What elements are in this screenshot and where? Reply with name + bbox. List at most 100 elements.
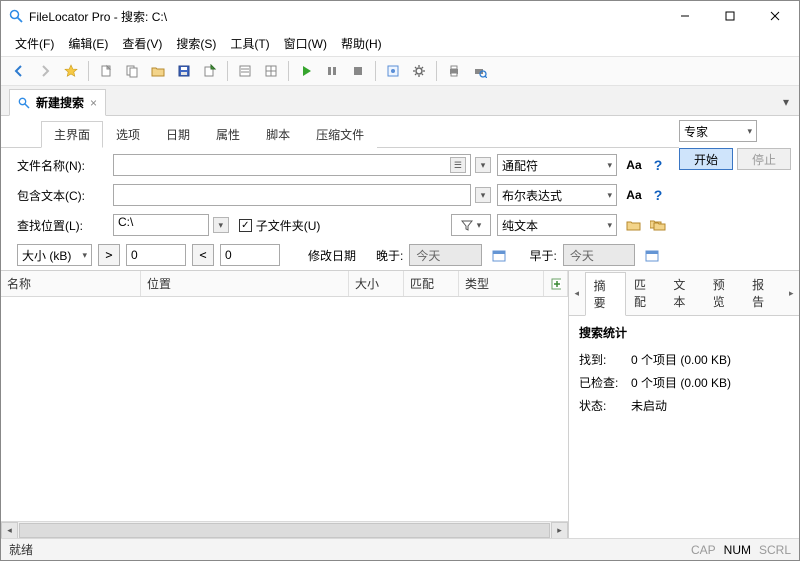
grid-body[interactable] bbox=[1, 297, 568, 521]
scroll-right-icon[interactable]: ▸ bbox=[551, 522, 568, 539]
encoding-mode-select[interactable]: 纯文本▾ bbox=[497, 214, 617, 236]
browse-folder-icon[interactable] bbox=[623, 214, 645, 236]
menu-view[interactable]: 查看(V) bbox=[116, 33, 168, 54]
copy-icon[interactable] bbox=[120, 59, 144, 83]
minimize-button[interactable] bbox=[662, 1, 707, 31]
col-location[interactable]: 位置 bbox=[141, 271, 349, 296]
details-panel: ◂ 摘要 匹配 文本 预览 报告 ▸ 搜索统计 找到:0 个项目 (0.00 K… bbox=[569, 271, 799, 538]
status-text: 就绪 bbox=[9, 541, 33, 558]
tab-summary[interactable]: 摘要 bbox=[585, 272, 626, 316]
maximize-button[interactable] bbox=[707, 1, 752, 31]
col-match[interactable]: 匹配 bbox=[404, 271, 459, 296]
tab-date[interactable]: 日期 bbox=[153, 121, 203, 148]
menu-edit[interactable]: 编辑(E) bbox=[62, 33, 114, 54]
new-document-icon[interactable] bbox=[94, 59, 118, 83]
tab-main[interactable]: 主界面 bbox=[41, 121, 103, 148]
subfolders-checkbox[interactable]: ✓子文件夹(U) bbox=[239, 217, 321, 234]
gear-icon[interactable] bbox=[407, 59, 431, 83]
size-gt-input[interactable] bbox=[126, 244, 186, 266]
tab-archive[interactable]: 压缩文件 bbox=[303, 121, 377, 148]
lookin-input[interactable]: C:\ bbox=[113, 214, 209, 236]
calendar-before-icon[interactable] bbox=[641, 244, 663, 266]
grid-header: 名称 位置 大小 匹配 类型 bbox=[1, 271, 568, 297]
scroll-left-icon[interactable]: ◂ bbox=[1, 522, 18, 539]
tabs-scroll-right-icon[interactable]: ▸ bbox=[783, 281, 799, 305]
tab-script[interactable]: 脚本 bbox=[253, 121, 303, 148]
forward-button-icon[interactable] bbox=[33, 59, 57, 83]
table-icon[interactable] bbox=[259, 59, 283, 83]
size-unit-select[interactable]: 大小 (kB)▾ bbox=[17, 244, 92, 266]
menu-help[interactable]: 帮助(H) bbox=[335, 33, 388, 54]
save-icon[interactable] bbox=[172, 59, 196, 83]
results-icon[interactable] bbox=[233, 59, 257, 83]
menu-search[interactable]: 搜索(S) bbox=[170, 33, 222, 54]
favorite-icon[interactable] bbox=[59, 59, 83, 83]
case-sensitive-text-icon[interactable]: Aa bbox=[623, 184, 645, 206]
results-grid: 名称 位置 大小 匹配 类型 ◂ ▸ bbox=[1, 271, 569, 538]
size-lt-input[interactable] bbox=[220, 244, 280, 266]
filter-button[interactable]: ▾ bbox=[451, 214, 491, 236]
case-sensitive-icon[interactable]: Aa bbox=[623, 154, 645, 176]
filename-presets-icon[interactable]: ☰ bbox=[450, 157, 466, 173]
label-lookin: 查找位置(L): bbox=[17, 217, 107, 234]
contains-input[interactable] bbox=[113, 184, 471, 206]
stats-title: 搜索统计 bbox=[579, 324, 789, 341]
col-size[interactable]: 大小 bbox=[349, 271, 404, 296]
main-toolbar bbox=[1, 56, 799, 86]
date-before-input[interactable]: 今天 bbox=[563, 244, 635, 266]
menu-window[interactable]: 窗口(W) bbox=[278, 33, 333, 54]
calendar-after-icon[interactable] bbox=[488, 244, 510, 266]
contains-history-dropdown-icon[interactable]: ▾ bbox=[475, 187, 491, 203]
pause-icon[interactable] bbox=[320, 59, 344, 83]
back-button-icon[interactable] bbox=[7, 59, 31, 83]
status-cap: CAP bbox=[691, 543, 716, 557]
filename-help-icon[interactable]: ? bbox=[647, 154, 669, 176]
horizontal-scrollbar[interactable]: ◂ ▸ bbox=[1, 521, 568, 538]
menu-tools[interactable]: 工具(T) bbox=[224, 33, 275, 54]
start-button[interactable]: 开始 bbox=[679, 148, 733, 170]
stat-checked-label: 已检查: bbox=[579, 374, 631, 391]
title-bar: FileLocator Pro - 搜索: C:\ bbox=[1, 1, 799, 31]
tab-text[interactable]: 文本 bbox=[665, 272, 704, 314]
contains-mode-select[interactable]: 布尔表达式▾ bbox=[497, 184, 617, 206]
filename-input[interactable]: ☰ bbox=[113, 154, 471, 176]
tab-attributes[interactable]: 属性 bbox=[203, 121, 253, 148]
close-button[interactable] bbox=[752, 1, 797, 31]
export-icon[interactable] bbox=[198, 59, 222, 83]
expert-mode-select[interactable]: 专家▾ bbox=[679, 120, 757, 142]
tab-overflow-icon[interactable]: ▾ bbox=[779, 93, 793, 111]
size-lt-button[interactable]: < bbox=[192, 244, 214, 266]
print-preview-icon[interactable] bbox=[468, 59, 492, 83]
menu-file[interactable]: 文件(F) bbox=[9, 33, 60, 54]
label-contains: 包含文本(C): bbox=[17, 187, 107, 204]
print-icon[interactable] bbox=[442, 59, 466, 83]
filename-history-dropdown-icon[interactable]: ▾ bbox=[475, 157, 491, 173]
col-type[interactable]: 类型 bbox=[459, 271, 544, 296]
search-icon bbox=[18, 97, 30, 109]
tab-preview[interactable]: 预览 bbox=[705, 272, 744, 314]
lookin-history-dropdown-icon[interactable]: ▾ bbox=[213, 217, 229, 233]
label-after: 晚于: bbox=[376, 247, 403, 264]
status-bar: 就绪 CAP NUM SCRL bbox=[1, 538, 799, 560]
tab-options[interactable]: 选项 bbox=[103, 121, 153, 148]
col-add-icon[interactable] bbox=[544, 271, 568, 296]
tab-report[interactable]: 报告 bbox=[744, 272, 783, 314]
contains-help-icon[interactable]: ? bbox=[647, 184, 669, 206]
date-after-input[interactable]: 今天 bbox=[409, 244, 481, 266]
size-gt-button[interactable]: > bbox=[98, 244, 120, 266]
tab-close-icon[interactable]: × bbox=[90, 96, 97, 110]
stop-icon[interactable] bbox=[346, 59, 370, 83]
stat-found-label: 找到: bbox=[579, 351, 631, 368]
stop-button[interactable]: 停止 bbox=[737, 148, 791, 170]
col-name[interactable]: 名称 bbox=[1, 271, 141, 296]
document-tab[interactable]: 新建搜索 × bbox=[9, 89, 106, 116]
multi-folder-icon[interactable] bbox=[647, 214, 669, 236]
tab-match[interactable]: 匹配 bbox=[626, 272, 665, 314]
play-icon[interactable] bbox=[294, 59, 318, 83]
filename-mode-select[interactable]: 通配符▾ bbox=[497, 154, 617, 176]
open-folder-icon[interactable] bbox=[146, 59, 170, 83]
funnel-icon bbox=[461, 219, 473, 231]
status-scrl: SCRL bbox=[759, 543, 791, 557]
wizard-icon[interactable] bbox=[381, 59, 405, 83]
tabs-scroll-left-icon[interactable]: ◂ bbox=[569, 281, 585, 305]
